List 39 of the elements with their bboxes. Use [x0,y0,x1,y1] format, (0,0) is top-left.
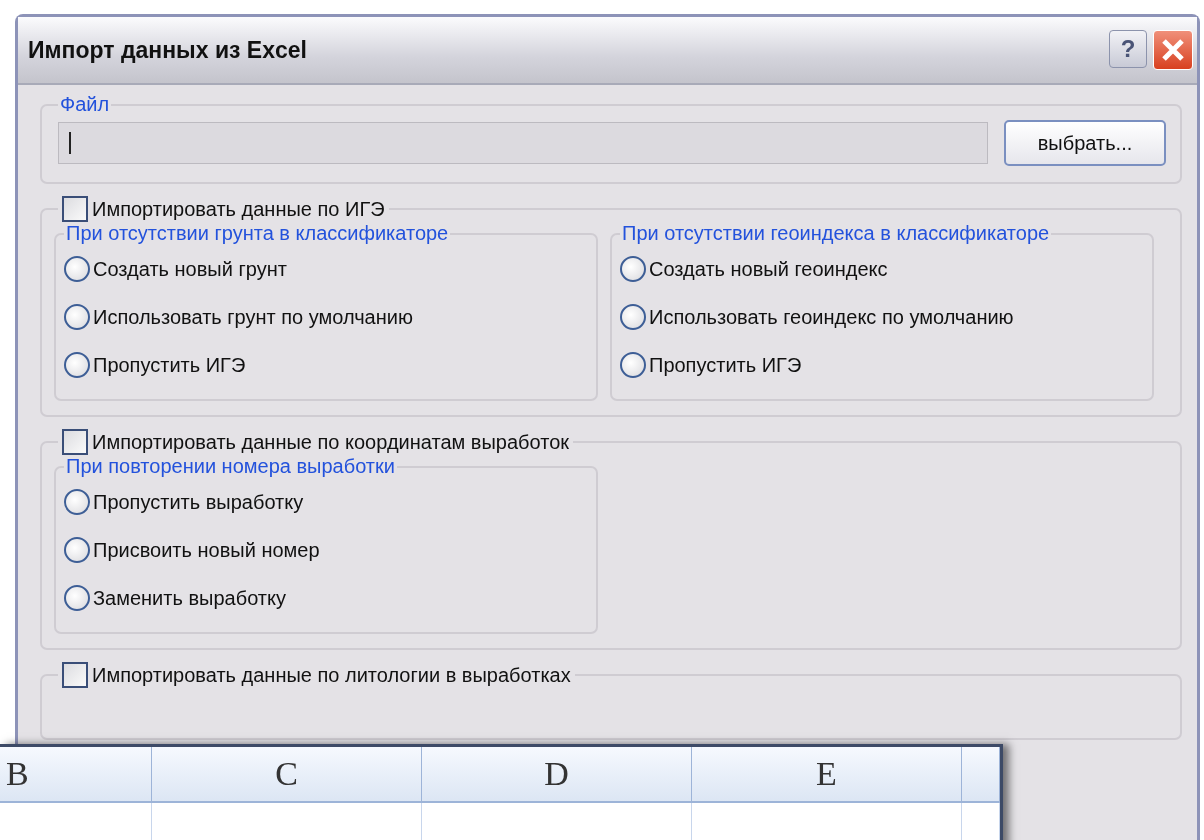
radio-button[interactable] [620,352,646,378]
group-title: Файл [59,93,111,116]
checkbox[interactable] [62,662,88,688]
group-title: При отсутствии грунта в классификаторе [65,222,450,245]
browse-button[interactable]: выбрать... [1004,120,1166,166]
radio-label: Пропустить выработку [93,490,304,514]
column-header[interactable]: C [152,747,422,803]
radio-label: Использовать геоиндекс по умолчанию [649,305,1014,329]
checkbox[interactable] [62,196,88,222]
radio-label: Создать новый грунт [93,257,287,281]
group-title: При отсутствии геоиндекса в классификаторе [621,222,1051,245]
checkbox-label: Импортировать данные по координатам выработок [92,430,570,454]
radio-button[interactable] [64,304,90,330]
checkbox-label: Импортировать данные по литологии в выработках [92,663,571,687]
radio-button[interactable] [64,585,90,611]
radio-label: Пропустить ИГЭ [649,353,802,377]
close-icon [1160,37,1186,63]
window-title: Импорт данных из Excel [28,36,307,64]
text-cursor [69,132,71,154]
file-path-field[interactable] [58,122,988,164]
close-button[interactable] [1153,30,1193,70]
column-header[interactable]: B [0,747,152,803]
radio-label: Пропустить ИГЭ [93,353,246,377]
radio-label: Заменить выработку [93,586,286,610]
radio-label: Присвоить новый номер [93,538,320,562]
group-title: При повторении номера выработки [65,455,396,478]
radio-button[interactable] [620,304,646,330]
column-header[interactable]: E [692,747,962,803]
radio-button[interactable] [64,352,90,378]
radio-button[interactable] [64,489,90,515]
checkbox[interactable] [62,429,88,455]
radio-button[interactable] [64,256,90,282]
help-button[interactable]: ? [1109,30,1147,68]
radio-button[interactable] [620,256,646,282]
checkbox-label: Импортировать данные по ИГЭ [92,197,385,221]
radio-label: Использовать грунт по умолчанию [93,305,413,329]
radio-button[interactable] [64,537,90,563]
radio-label: Создать новый геоиндекс [649,257,888,281]
column-header[interactable]: D [422,747,692,803]
